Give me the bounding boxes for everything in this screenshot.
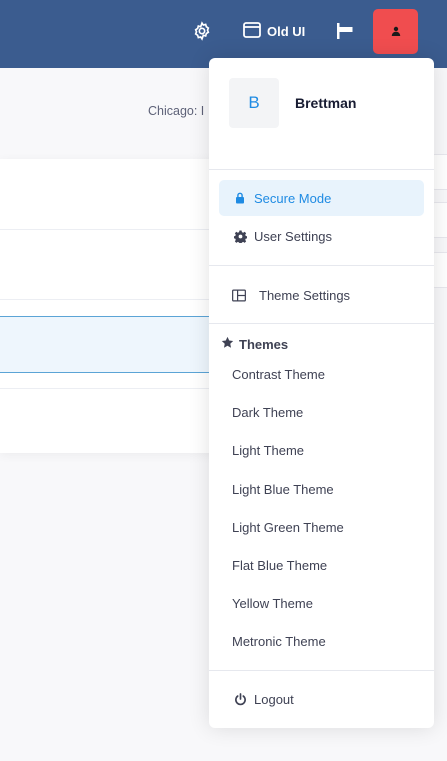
avatar: B [229,78,279,128]
user-settings-item[interactable]: User Settings [219,218,424,254]
divider [209,169,434,170]
theme-item-flat-blue[interactable]: Flat Blue Theme [219,547,424,583]
divider [209,265,434,266]
theme-label: Dark Theme [232,404,304,420]
secure-mode-item[interactable]: Secure Mode [219,180,424,216]
theme-item-light[interactable]: Light Theme [219,432,424,468]
selected-row[interactable] [0,316,230,373]
lock-icon [233,191,247,205]
theme-item-contrast[interactable]: Contrast Theme [219,356,424,392]
themes-header-label: Themes [239,336,289,352]
flag-icon[interactable] [335,20,355,42]
row-divider [0,229,230,230]
theme-label: Yellow Theme [232,595,313,611]
star-icon [221,336,234,352]
old-ui-button[interactable]: Old UI [243,20,305,42]
theme-label: Contrast Theme [232,366,325,382]
theme-item-yellow[interactable]: Yellow Theme [219,585,424,621]
layout-icon [232,288,246,302]
divider [209,323,434,324]
settings-gear-icon[interactable] [190,20,214,42]
user-name: Brettman [295,95,357,111]
window-icon [243,21,261,41]
theme-item-light-blue[interactable]: Light Blue Theme [219,471,424,507]
old-ui-label: Old UI [267,23,306,39]
secure-mode-label: Secure Mode [254,190,332,206]
row-divider [0,388,230,389]
user-settings-label: User Settings [254,228,333,244]
theme-item-dark[interactable]: Dark Theme [219,394,424,430]
power-icon [233,692,247,706]
row-divider [0,299,230,300]
theme-label: Light Blue Theme [232,481,334,497]
user-dropdown-menu: B Brettman Secure Mode User Settings The… [209,58,434,728]
theme-label: Flat Blue Theme [232,557,328,573]
location-clock-text: Chicago: I [148,104,205,118]
theme-item-metronic[interactable]: Metronic Theme [219,623,424,659]
themes-header: Themes [221,336,288,352]
theme-settings-item[interactable]: Theme Settings [219,277,424,313]
user-menu-button[interactable] [373,9,418,54]
cog-icon [233,229,247,243]
logout-label: Logout [254,691,294,707]
theme-settings-label: Theme Settings [259,287,351,303]
divider [209,670,434,671]
theme-label: Light Green Theme [232,519,344,535]
logout-item[interactable]: Logout [219,681,424,717]
theme-label: Metronic Theme [232,633,326,649]
user-icon [391,23,401,41]
theme-item-light-green[interactable]: Light Green Theme [219,509,424,545]
background-panel [0,159,230,453]
theme-label: Light Theme [232,442,305,458]
